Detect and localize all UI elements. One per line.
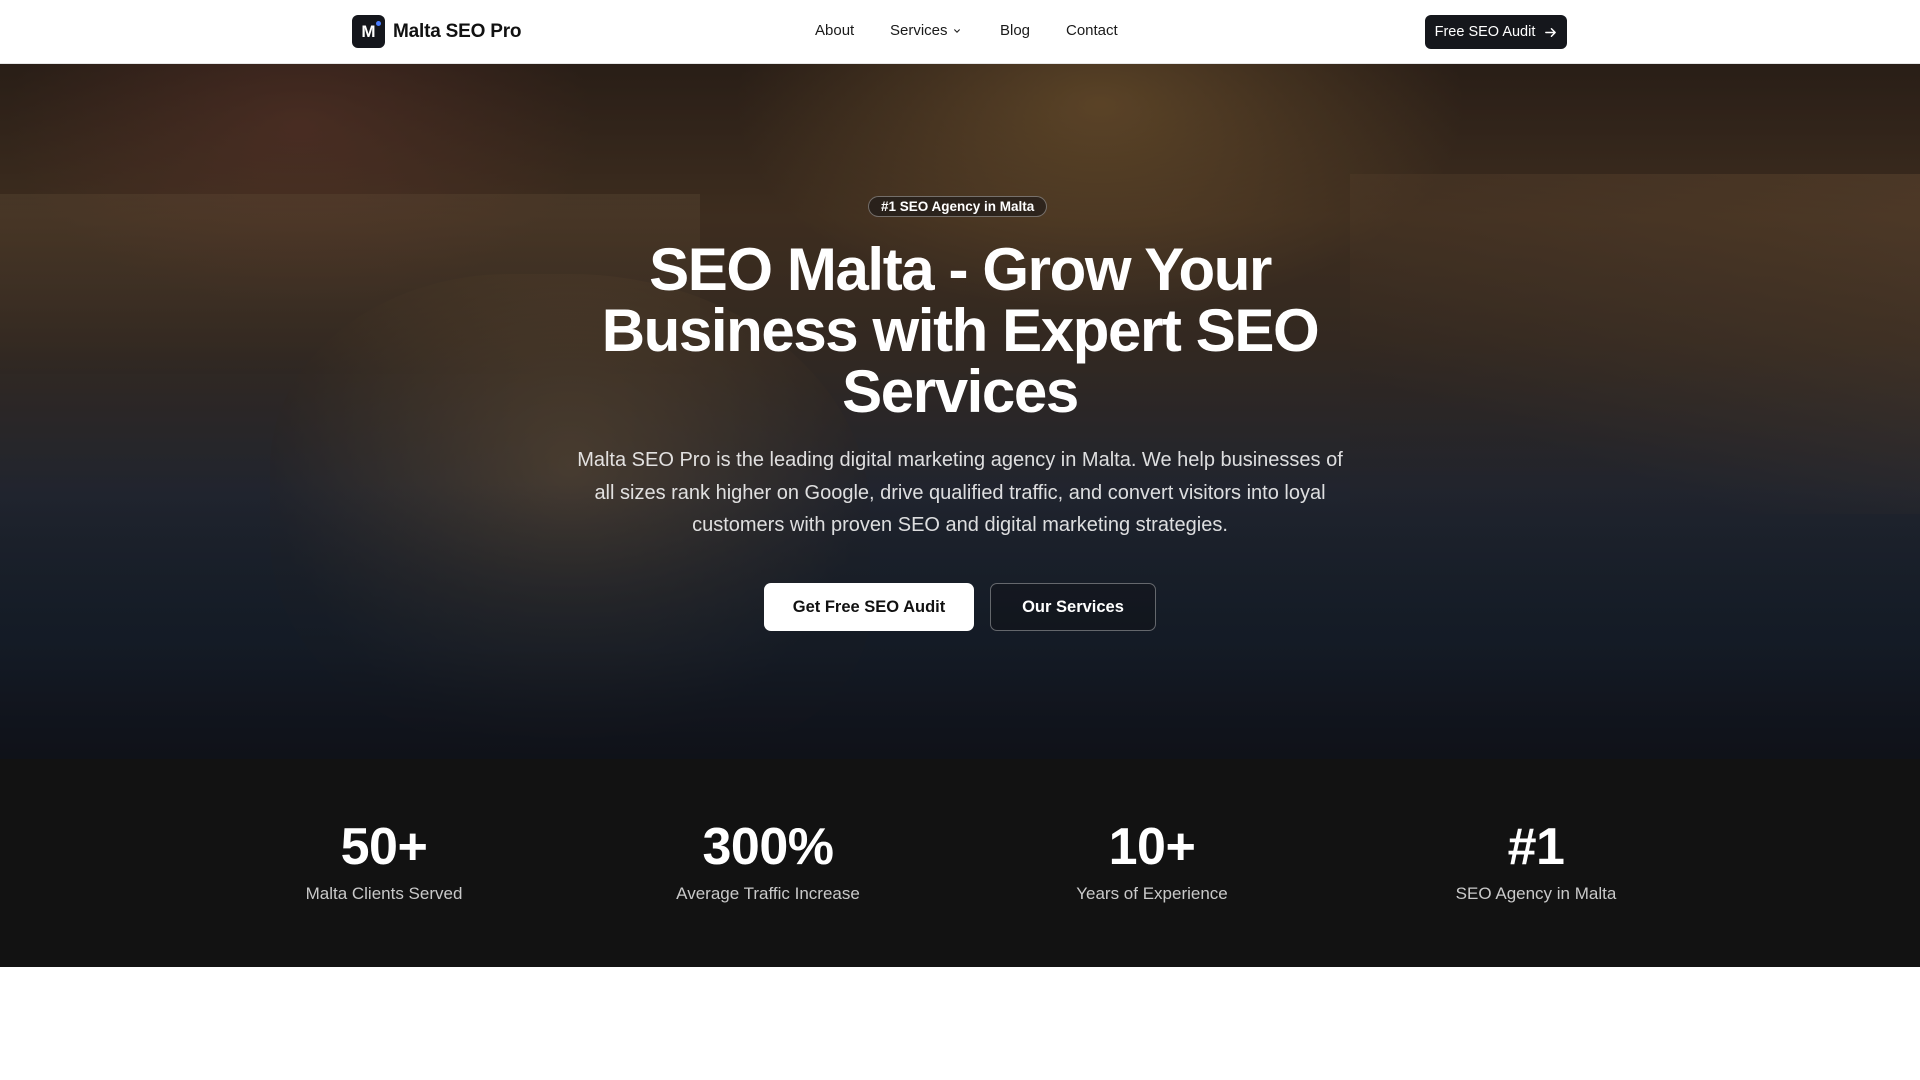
stat-label: Average Traffic Increase — [676, 884, 860, 903]
free-seo-audit-button[interactable]: Free SEO Audit — [1425, 15, 1567, 49]
nav-services-label: Services — [890, 22, 948, 39]
logo-letter: M — [361, 21, 376, 41]
stat-item: 10+ Years of Experience — [1002, 819, 1302, 905]
hero-badge: #1 SEO Agency in Malta — [868, 196, 1048, 217]
site-header: M Malta SEO Pro About Services Blog Cont… — [0, 0, 1920, 64]
arrow-right-icon — [1545, 27, 1557, 37]
nav-blog-link[interactable]: Blog — [1000, 21, 1030, 41]
hero-section: #1 SEO Agency in Malta SEO Malta - Grow … — [0, 64, 1920, 759]
stat-value: #1 — [1507, 818, 1565, 876]
logo-mark-icon: M — [352, 15, 385, 48]
main-nav: About Services Blog Contact — [0, 0, 1920, 64]
brand-name: Malta SEO Pro — [393, 20, 522, 42]
chevron-down-icon — [953, 29, 960, 33]
stat-label: SEO Agency in Malta — [1455, 884, 1617, 903]
stats-section: 50+ Malta Clients Served 300% Average Tr… — [0, 759, 1920, 967]
nav-contact-link[interactable]: Contact — [1066, 21, 1118, 41]
logo-dot — [376, 21, 381, 26]
stat-label: Years of Experience — [1076, 884, 1228, 903]
stat-value: 10+ — [1108, 818, 1196, 876]
stat-item: #1 SEO Agency in Malta — [1386, 819, 1686, 905]
stat-item: 50+ Malta Clients Served — [234, 819, 534, 905]
brand-logo[interactable]: M Malta SEO Pro — [352, 15, 522, 48]
stat-value: 300% — [702, 818, 835, 876]
stat-value: 50+ — [340, 818, 428, 876]
get-free-seo-audit-button[interactable]: Get Free SEO Audit — [764, 583, 974, 631]
hero-title: SEO Malta - Grow Your Business with Expe… — [601, 236, 1320, 425]
stat-item: 300% Average Traffic Increase — [618, 819, 918, 905]
free-seo-audit-label: Free SEO Audit — [1434, 24, 1536, 40]
our-services-button[interactable]: Our Services — [990, 583, 1156, 631]
nav-about-link[interactable]: About — [815, 21, 854, 41]
stat-label: Malta Clients Served — [305, 884, 463, 903]
hero-description: Malta SEO Pro is the leading digital mar… — [577, 449, 1343, 536]
nav-services-dropdown[interactable]: Services — [890, 21, 961, 41]
